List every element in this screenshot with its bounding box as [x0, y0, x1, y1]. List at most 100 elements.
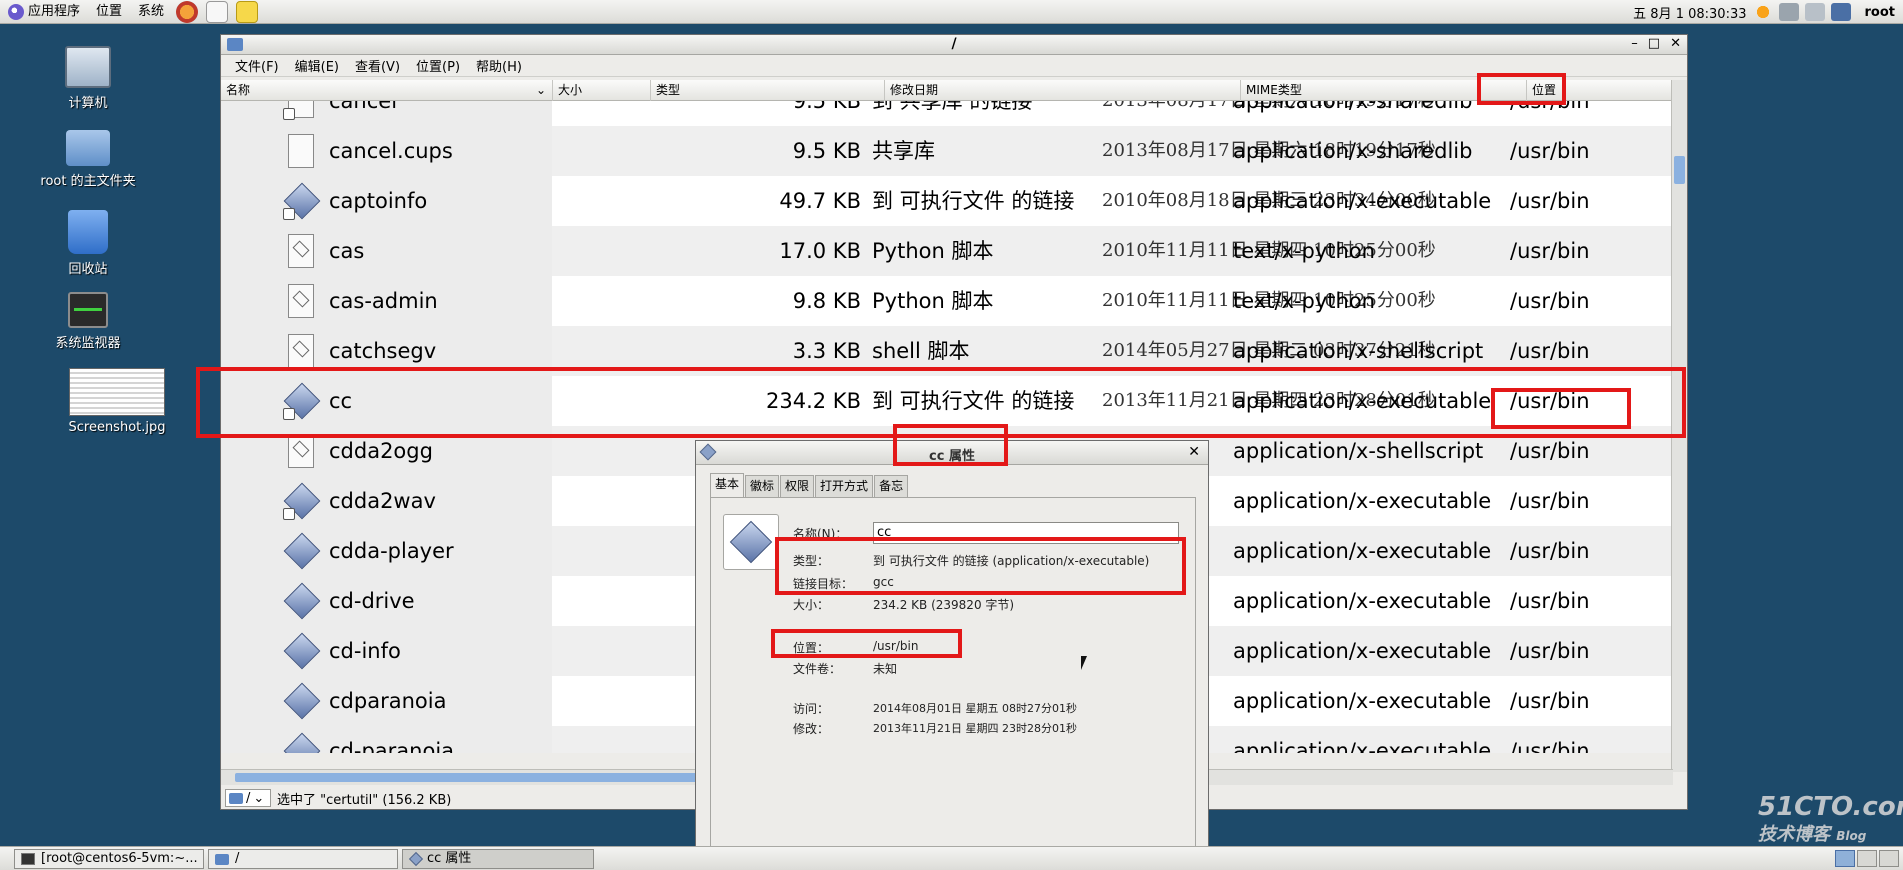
size-value: 234.2 KB (239820 字节) — [873, 598, 1015, 612]
file-name: catchsegv — [329, 339, 437, 363]
menu-view[interactable]: 查看(V) — [347, 56, 408, 75]
modified-label: 修改： — [793, 722, 830, 736]
status-text: 选中了 "certutil" (156.2 KB) — [277, 792, 452, 808]
vertical-scrollbar[interactable] — [1671, 80, 1687, 772]
file-size: 49.7 KB — [779, 189, 861, 213]
desktop-icon-screenshot[interactable]: Screenshot.jpg — [52, 368, 182, 435]
close-icon[interactable]: ✕ — [1188, 444, 1200, 460]
file-type: shell 脚本 — [872, 339, 970, 363]
watermark: 51CTO.com 技术博客 Blog — [1758, 792, 1903, 845]
file-location: /usr/bin — [1510, 339, 1590, 363]
executable-link-icon — [282, 482, 321, 522]
location-value: /usr/bin — [873, 639, 919, 653]
taskbar-file-manager[interactable]: / — [208, 849, 398, 869]
file-row[interactable]: cas 17.0 KB 2010年11月11日 星期四 10时25分00秒 Pytho… — [221, 226, 1673, 276]
minimize-button[interactable]: – — [1631, 36, 1638, 51]
file-mime: application/x-executable — [1233, 639, 1492, 663]
file-row[interactable]: cas-admin 9.8 KB 2010年11月11日 星期四 10时25分00秒… — [221, 276, 1673, 326]
taskbar-properties[interactable]: cc 属性 — [402, 849, 594, 869]
column-mime[interactable]: MIME类型 — [1241, 80, 1527, 101]
vertical-scroll-thumb[interactable] — [1674, 156, 1685, 184]
desktop-icon-home[interactable]: root 的主文件夹 — [23, 130, 153, 189]
properties-dialog: cc 属性 ✕ 基本 徽标 权限 打开方式 备忘 名称(N)： cc 类型： 到… — [695, 440, 1209, 850]
file-location: /usr/bin — [1510, 489, 1590, 513]
column-location[interactable]: 位置 — [1527, 80, 1673, 101]
system-monitor-icon — [68, 292, 108, 328]
maximize-button[interactable]: □ — [1648, 36, 1660, 51]
tab-notes[interactable]: 备忘 — [874, 475, 909, 497]
firefox-launcher-icon[interactable] — [176, 0, 199, 23]
desktop-icon-computer[interactable]: 计算机 — [23, 46, 153, 111]
workspace-switcher[interactable] — [1835, 850, 1899, 867]
column-size[interactable]: 大小 — [553, 80, 651, 101]
desktop-icon-system-monitor[interactable]: 系统监视器 — [23, 292, 153, 351]
executable-link-icon[interactable] — [723, 514, 779, 570]
menu-edit[interactable]: 编辑(E) — [287, 56, 347, 75]
file-name: cancel — [329, 101, 398, 113]
weather-sun-icon[interactable] — [1752, 3, 1773, 21]
file-name: captoinfo — [329, 189, 428, 213]
display-icon[interactable] — [1830, 3, 1851, 21]
places-menu[interactable]: 位置 — [88, 0, 130, 24]
menu-help[interactable]: 帮助(H) — [468, 56, 530, 75]
tab-emblems[interactable]: 徽标 — [745, 475, 780, 497]
notes-launcher-icon[interactable] — [236, 0, 259, 23]
file-mime: application/x-executable — [1233, 539, 1492, 563]
file-mime: text/x-python — [1233, 239, 1375, 263]
menu-places[interactable]: 位置(P) — [408, 56, 468, 75]
link-file-icon — [282, 101, 320, 122]
tab-open-with[interactable]: 打开方式 — [815, 475, 874, 497]
file-name: cd-drive — [329, 589, 415, 613]
file-manager-titlebar[interactable]: / – □ ✕ — [221, 35, 1687, 55]
network-icon[interactable] — [1778, 3, 1799, 21]
tab-basic[interactable]: 基本 — [710, 473, 745, 497]
clock[interactable]: 五 8月 1 08:30:33 — [1633, 3, 1746, 22]
file-row[interactable]: cc 234.2 KB 2013年11月21日 星期四 23时28分01秒到 可执行… — [221, 376, 1673, 426]
mail-launcher-icon[interactable] — [206, 0, 229, 23]
column-header: 名称 ⌄ 大小 类型 修改日期 MIME类型 位置 — [221, 80, 1673, 101]
type-value: 到 可执行文件 的链接 (application/x-executable) — [873, 554, 1150, 568]
file-mime: application/x-sharedlib — [1233, 139, 1473, 163]
file-row[interactable]: captoinfo 49.7 KB 2010年08月18日 星期三 23时34分00… — [221, 176, 1673, 226]
file-row[interactable]: cancel.cups 9.5 KB 2013年08月17日 星期六 18时19分1… — [221, 126, 1673, 176]
sort-chevron-icon: ⌄ — [535, 83, 546, 97]
desktop-icon-trash[interactable]: 回收站 — [23, 210, 153, 277]
file-type: 共享库 — [872, 139, 935, 163]
dialog-titlebar[interactable]: cc 属性 ✕ — [696, 441, 1208, 465]
column-type[interactable]: 类型 — [651, 80, 885, 101]
name-field[interactable]: cc — [873, 522, 1179, 544]
link-target-value: gcc — [873, 575, 894, 589]
file-location: /usr/bin — [1510, 589, 1590, 613]
applications-menu[interactable]: 应用程序 — [0, 0, 88, 24]
column-name[interactable]: 名称 ⌄ — [221, 80, 553, 101]
file-mime: application/x-executable — [1233, 739, 1492, 753]
computer-icon — [65, 46, 111, 88]
file-location: /usr/bin — [1510, 539, 1590, 563]
taskbar-terminal[interactable]: [root@centos6-5vm:~... — [14, 849, 204, 869]
volume-icon[interactable] — [1804, 3, 1825, 21]
file-type: Python 脚本 — [872, 239, 994, 263]
volume-label: 文件卷： — [793, 662, 842, 676]
file-mime: text/x-python — [1233, 289, 1375, 313]
file-mime: application/x-shellscript — [1233, 439, 1484, 463]
window-title: / — [951, 36, 957, 52]
user-name[interactable]: root — [1865, 5, 1896, 20]
system-menu[interactable]: 系统 — [130, 0, 172, 24]
file-mime: application/x-executable — [1233, 189, 1492, 213]
file-name: cdda-player — [329, 539, 454, 563]
file-type: Python 脚本 — [872, 289, 994, 313]
file-name: cdda2ogg — [329, 439, 433, 463]
tab-permissions[interactable]: 权限 — [780, 475, 815, 497]
close-button[interactable]: ✕ — [1670, 36, 1681, 51]
location-combo[interactable]: / ⌄ — [225, 789, 271, 807]
file-type: 到 共享库 的链接 — [872, 101, 1033, 113]
column-date[interactable]: 修改日期 — [885, 80, 1241, 101]
file-row[interactable]: catchsegv 3.3 KB 2014年05月27日 星期二 03时37分21秒… — [221, 326, 1673, 376]
executable-icon — [282, 582, 321, 622]
file-row[interactable]: cancel9.5 KB2013年08月17日 星期六 18时19分17秒到 共… — [221, 101, 1673, 126]
gnome-foot-icon — [8, 3, 24, 20]
file-size: 17.0 KB — [779, 239, 861, 263]
file-size: 234.2 KB — [766, 389, 861, 413]
location-label: 位置： — [793, 641, 830, 655]
menu-file[interactable]: 文件(F) — [227, 56, 287, 75]
